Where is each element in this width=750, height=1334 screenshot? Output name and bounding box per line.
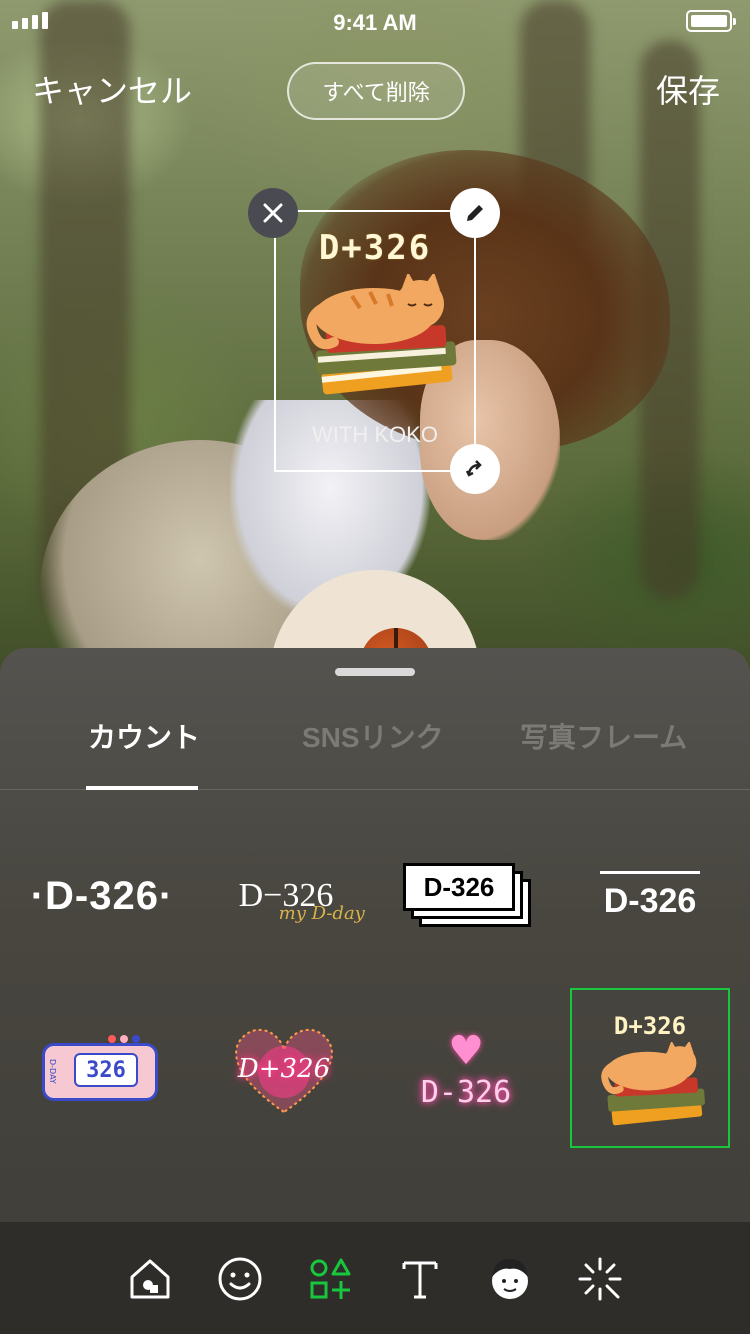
- cat-on-books-icon: [601, 1042, 705, 1126]
- category-tabs: カウント SNSリンク 写真フレーム: [0, 708, 750, 790]
- sticker-count-text: D+326: [318, 228, 432, 268]
- sticker-option-text: 326: [74, 1053, 138, 1087]
- sticker-caption: WITH KOKO: [312, 422, 438, 447]
- sticker-option-subtext: my D-day: [278, 903, 365, 924]
- tab-photo-frame[interactable]: 写真フレーム: [520, 716, 687, 756]
- battery-icon: [686, 10, 736, 32]
- sticker-option-text: D+326: [613, 1012, 687, 1040]
- sticker-delete-button[interactable]: [248, 188, 298, 238]
- tool-face[interactable]: [485, 1254, 535, 1304]
- panel-drag-handle[interactable]: [335, 668, 415, 676]
- close-icon: [263, 203, 283, 223]
- sparkle-effect-icon: [578, 1257, 622, 1301]
- bottom-toolbar: [0, 1222, 750, 1334]
- text-icon: [402, 1261, 438, 1299]
- shapes-add-icon: [310, 1258, 351, 1299]
- tool-home-sticker[interactable]: [125, 1254, 175, 1304]
- tool-text[interactable]: [395, 1254, 445, 1304]
- pencil-icon: [467, 205, 483, 221]
- status-bar: 9:41 AM: [0, 0, 750, 44]
- face-icon: [492, 1259, 528, 1299]
- active-tab-indicator: [86, 786, 198, 790]
- sticker-option-subtext: D-DAY: [48, 1059, 57, 1084]
- clear-all-button[interactable]: すべて削除: [287, 62, 465, 120]
- tab-sns-link[interactable]: SNSリンク: [302, 716, 444, 756]
- tool-emoji[interactable]: [215, 1254, 265, 1304]
- sticker-option-neon-heart[interactable]: ♥ D-326: [386, 990, 546, 1150]
- rotate-icon: [465, 460, 482, 477]
- sticker-option-cat-books[interactable]: D+326: [570, 988, 730, 1148]
- sticker-option-text: D-326: [45, 873, 159, 918]
- cancel-button[interactable]: キャンセル: [32, 66, 192, 112]
- smiley-icon: [218, 1257, 262, 1301]
- sticker-edit-button[interactable]: [450, 188, 500, 238]
- sticker-option-text: D+326: [237, 1054, 331, 1084]
- sticker-option-alarm-clock[interactable]: D-DAY 326: [20, 990, 180, 1150]
- tab-count[interactable]: カウント: [88, 716, 200, 756]
- tool-stickers[interactable]: [305, 1254, 355, 1304]
- status-time: 9:41 AM: [333, 10, 417, 35]
- home-sticker-icon: [130, 1259, 170, 1299]
- sticker-option-text: D-326: [420, 1074, 512, 1110]
- sticker-option-dot-bold[interactable]: ·D-326·: [22, 816, 182, 976]
- sticker-option-text: D-326: [603, 882, 697, 920]
- heart-icon: ♥: [448, 1027, 484, 1074]
- placed-sticker[interactable]: D+326 WITH KOKO: [274, 210, 476, 472]
- sticker-option-text: D-326: [423, 871, 495, 902]
- sticker-option-overline[interactable]: D-326: [570, 816, 730, 976]
- sticker-option-firework-heart[interactable]: D+326: [204, 990, 364, 1150]
- sticker-option-stacked-cards[interactable]: D-326: [388, 816, 548, 976]
- sticker-rotate-handle[interactable]: [450, 444, 500, 494]
- save-button[interactable]: 保存: [656, 66, 720, 112]
- cat-on-books-illustration: [306, 274, 457, 395]
- tool-effects[interactable]: [575, 1254, 625, 1304]
- sticker-option-serif-script[interactable]: D−326 my D-day: [206, 816, 366, 976]
